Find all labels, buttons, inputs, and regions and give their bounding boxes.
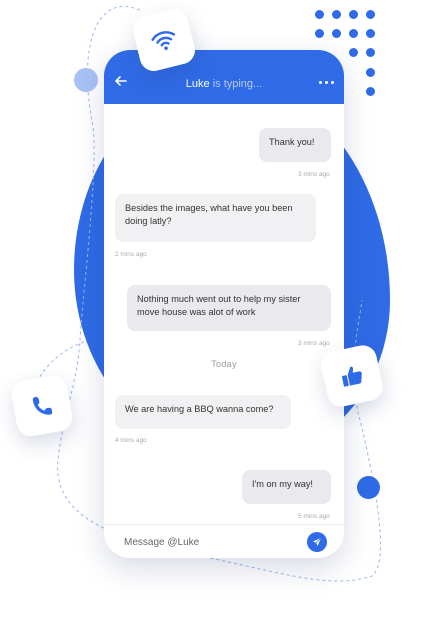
send-icon — [313, 537, 322, 546]
message-composer — [104, 524, 344, 558]
message-timestamp: 3 mins ago — [298, 340, 330, 347]
message-input[interactable] — [122, 529, 296, 555]
typing-status: is typing... — [212, 78, 263, 90]
message-bubble-outgoing: Nothing much went out to help my sister … — [127, 285, 331, 331]
message-timestamp: 5 mins ago — [298, 513, 330, 520]
message-bubble-outgoing: I'm on my way! — [242, 470, 331, 504]
contact-name: Luke — [185, 78, 210, 90]
phone-icon — [32, 396, 53, 415]
more-dots-icon[interactable] — [319, 81, 334, 84]
message-timestamp: 4 mins ago — [115, 437, 147, 444]
message-bubble-incoming: We are having a BBQ wanna come? — [115, 395, 291, 429]
message-timestamp: 3 mins ago — [298, 171, 330, 178]
date-divider: Today — [211, 359, 237, 369]
thumbs-up-icon — [341, 366, 362, 387]
phone-card — [9, 373, 75, 439]
decorative-circle-blue — [357, 476, 380, 499]
arrow-left-icon[interactable] — [114, 74, 128, 88]
message-timestamp: 2 mins ago — [115, 251, 147, 258]
decorative-circle-light — [74, 68, 98, 92]
send-button[interactable] — [307, 532, 327, 552]
wifi-icon — [151, 31, 176, 51]
chat-header-title: Luke is typing... — [186, 78, 262, 90]
message-bubble-outgoing: Thank you! — [259, 128, 331, 162]
chat-phone-screen: Luke is typing... Thank you! 3 mins ago … — [104, 50, 344, 558]
message-bubble-incoming: Besides the images, what have you been d… — [115, 194, 316, 242]
